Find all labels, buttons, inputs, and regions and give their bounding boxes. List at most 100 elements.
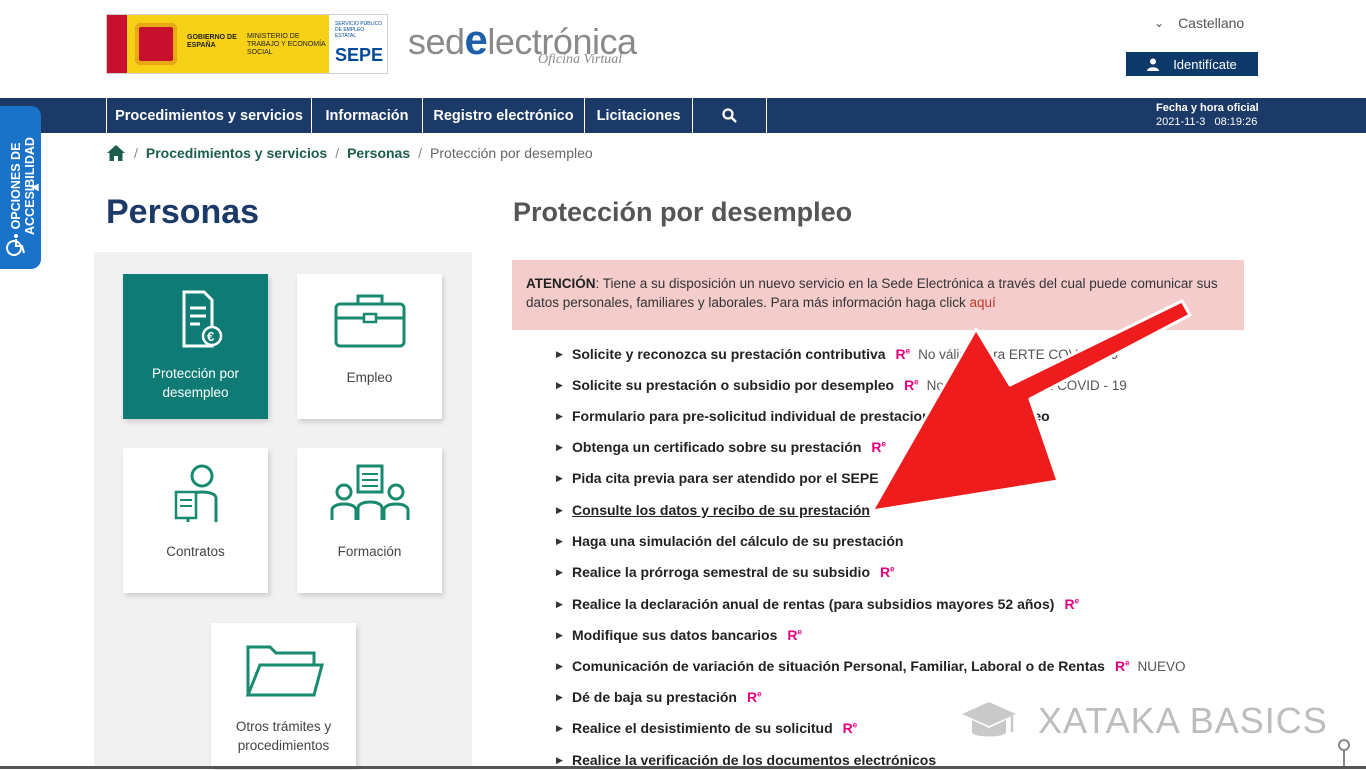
re-icon: Re [843, 720, 858, 736]
procedure-link[interactable]: Pida cita previa para ser atendido por e… [572, 470, 879, 486]
re-icon-letter: R [880, 564, 891, 580]
bullet-arrow-icon: ▶ [556, 379, 563, 390]
procedure-link[interactable]: Comunicación de variación de situación P… [572, 658, 1105, 674]
sepe-logo: SERVICIO PÚBLICO DE EMPLEO ESTATAL SEPE [329, 15, 387, 73]
svg-text:€: € [207, 329, 214, 344]
nav-licitaciones[interactable]: Licitaciones [584, 98, 692, 133]
sede-prefix: sed [408, 21, 465, 62]
tile-label: Otros trámites y procedimientos [236, 717, 331, 755]
procedure-link-row[interactable]: ▶ Realice el desistimiento de su solicitu… [556, 718, 857, 738]
arrow-left-icon: ◀ [31, 182, 39, 193]
tile-empleo[interactable]: Empleo [297, 274, 442, 419]
accessibility-options-tab[interactable]: OPCIONES DE ACCESIBILIDAD ◀ [0, 106, 41, 269]
document-euro-icon: € [182, 290, 222, 348]
notice-strong: ATENCIÓN [526, 276, 596, 291]
time-value: 08:19:26 [1214, 116, 1258, 128]
briefcase-icon [334, 294, 405, 348]
user-icon [1147, 58, 1160, 71]
tile-otros-tramites[interactable]: Otros trámites y procedimientos [211, 623, 356, 769]
re-icon: Re [747, 689, 762, 705]
procedure-link[interactable]: Haga una simulación del cálculo de su pr… [572, 533, 903, 549]
nav-registro[interactable]: Registro electrónico [422, 98, 584, 133]
nav-registro-label: Registro electrónico [433, 107, 574, 124]
nav-informacion-label: Información [325, 107, 409, 124]
re-icon-letter: R [746, 689, 758, 705]
breadcrumb-current: Protección por desempleo [430, 145, 593, 161]
procedure-link[interactable]: Realice la prórroga semestral de su subs… [572, 564, 870, 580]
search-icon [722, 108, 737, 123]
re-icon: Re [1115, 658, 1130, 674]
tile-label-line1: Protección por [151, 366, 240, 381]
breadcrumb-procedimientos[interactable]: Procedimientos y servicios [146, 145, 327, 161]
watermark-text: XATAKA BASICS [1038, 700, 1328, 741]
folder-icon [245, 645, 324, 697]
page-title: Protección por desempleo [513, 197, 853, 227]
bullet-arrow-icon: ▶ [556, 691, 563, 702]
nav-licitaciones-label: Licitaciones [596, 107, 681, 124]
procedure-link[interactable]: Consulte los datos y recibo de su presta… [572, 502, 870, 518]
nav-informacion[interactable]: Información [311, 98, 422, 133]
re-icon-sup: e [890, 564, 895, 574]
bullet-arrow-icon: ▶ [556, 348, 563, 359]
breadcrumb-separator: / [418, 145, 423, 161]
procedure-link[interactable]: Obtenga un certificado sobre su prestaci… [572, 439, 861, 455]
coat-of-arms-icon [135, 23, 177, 65]
procedure-link[interactable]: Realice el desistimiento de su solicitud [572, 720, 833, 736]
bullet-arrow-icon: ▶ [556, 598, 563, 609]
nav-procedimientos-label: Procedimientos y servicios [115, 107, 303, 124]
re-icon: Re [1064, 596, 1079, 612]
government-logo[interactable]: GOBIERNO DE ESPAÑA MINISTERIO DE TRABAJO… [106, 14, 388, 74]
nav-search-button[interactable] [692, 98, 767, 133]
identify-button-label: Identifícate [1173, 56, 1237, 72]
language-label: Castellano [1178, 15, 1245, 31]
nav-procedimientos[interactable]: Procedimientos y servicios [106, 98, 311, 133]
procedure-link-row[interactable]: ▶ Haga una simulación del cálculo de su p… [556, 531, 903, 551]
re-icon: Re [787, 627, 802, 643]
bullet-arrow-icon: ▶ [556, 754, 563, 765]
procedure-link-row[interactable]: ▶ Realice la prórroga semestral de su sub… [556, 562, 895, 582]
logo-ministerio-text: MINISTERIO DE TRABAJO Y ECONOMÍA SOCIAL [247, 33, 326, 56]
language-selector[interactable]: ⌄ Castellano [1154, 15, 1244, 31]
graduation-cap-icon [962, 702, 1016, 737]
tile-contratos[interactable]: Contratos [123, 448, 268, 593]
procedure-link[interactable]: Solicite su prestación o subsidio por de… [572, 377, 894, 393]
breadcrumb-personas[interactable]: Personas [347, 145, 410, 161]
official-datetime: Fecha y hora oficial 2021-11-3 08:19:26 [1156, 101, 1259, 129]
tile-label-line2: desempleo [162, 385, 229, 400]
sede-e: e [464, 16, 488, 63]
re-icon-letter: R [842, 720, 853, 736]
section-title: Personas [106, 193, 260, 231]
date-value: 2021-11-3 [1156, 116, 1206, 128]
home-icon[interactable] [106, 144, 126, 162]
procedure-link[interactable]: Modifique sus datos bancarios [572, 627, 777, 643]
procedure-link[interactable]: Solicite y reconozca su prestación contr… [572, 346, 886, 362]
sepe-small-text: SERVICIO PÚBLICO DE EMPLEO ESTATAL [335, 21, 383, 39]
tile-formacion[interactable]: Formación [297, 448, 442, 593]
tile-label-line1: Otros trámites y [235, 719, 332, 734]
procedure-link-row[interactable]: ▶ Comunicación de variación de situación … [556, 656, 1186, 676]
re-icon: Re [880, 564, 895, 580]
map-pin-icon [1338, 739, 1350, 768]
tile-proteccion-desempleo[interactable]: € Protección por desempleo [123, 274, 268, 419]
procedure-link-row[interactable]: ▶ Dé de baja su prestación Re [556, 687, 762, 707]
bullet-arrow-icon: ▶ [556, 660, 563, 671]
eu-flag-strip [107, 15, 127, 73]
identify-button[interactable]: Identifícate [1126, 52, 1258, 76]
procedure-link-row[interactable]: ▶ Pida cita previa para ser atendido por … [556, 468, 879, 488]
bullet-arrow-icon: ▶ [556, 629, 563, 640]
procedure-link[interactable]: Dé de baja su prestación [572, 689, 737, 705]
oficina-virtual-label: Oficina Virtual [538, 52, 623, 67]
procedure-link[interactable]: Realice la declaración anual de rentas (… [572, 596, 1054, 612]
procedure-link-row[interactable]: ▶ Consulte los datos y recibo de su prest… [556, 500, 870, 520]
procedure-link-row[interactable]: ▶ Modifique sus datos bancarios Re [556, 625, 802, 645]
procedure-note: NUEVO [1137, 658, 1186, 674]
bullet-arrow-icon: ▶ [556, 410, 563, 421]
re-icon-sup: e [757, 689, 762, 699]
breadcrumb-separator: / [335, 145, 340, 161]
procedure-link-row[interactable]: ▶ Realice la declaración anual de rentas … [556, 594, 1079, 614]
re-icon-sup: e [1074, 596, 1080, 606]
procedure-link-row[interactable]: ▶ Obtenga un certificado sobre su prestac… [556, 437, 886, 457]
re-icon-sup: e [797, 627, 802, 637]
tile-label: Contratos [166, 544, 225, 559]
bullet-arrow-icon: ▶ [556, 472, 563, 483]
